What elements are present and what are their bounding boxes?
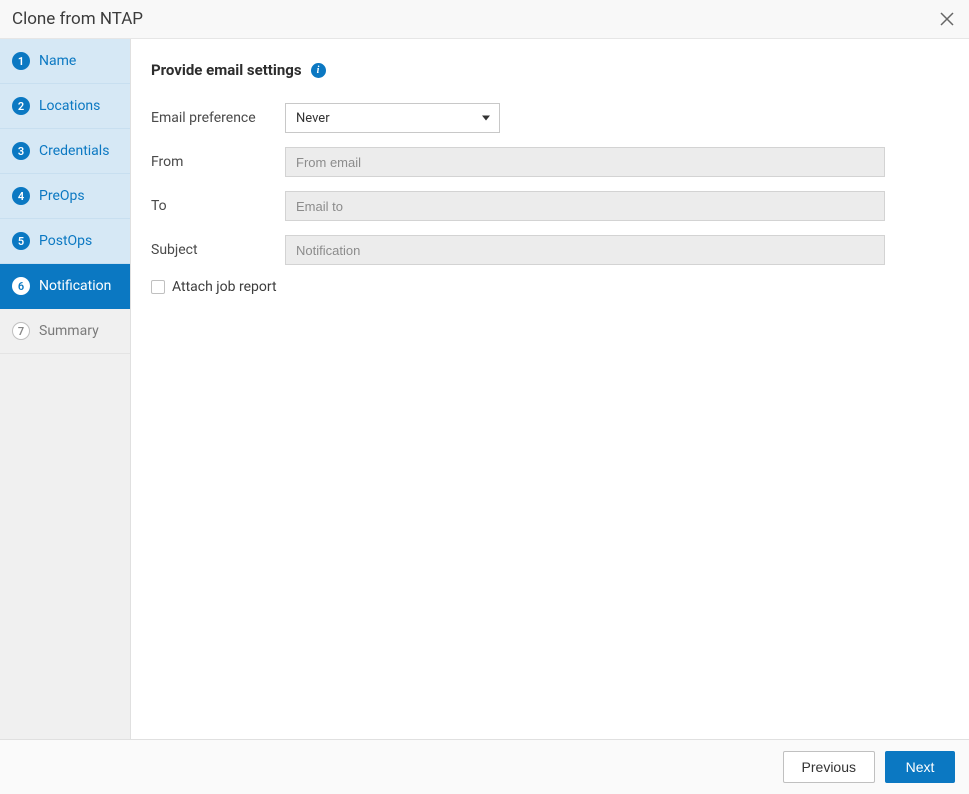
dialog-body: 1 Name 2 Locations 3 Credentials 4 PreOp… — [0, 39, 969, 739]
label-from: From — [151, 154, 285, 170]
subject-input[interactable] — [285, 235, 885, 265]
to-input[interactable] — [285, 191, 885, 221]
step-badge: 4 — [12, 187, 30, 205]
next-button[interactable]: Next — [885, 751, 955, 783]
dialog-title: Clone from NTAP — [12, 9, 143, 29]
sidebar-item-summary[interactable]: 7 Summary — [0, 309, 130, 354]
label-subject: Subject — [151, 242, 285, 258]
sidebar-item-postops[interactable]: 5 PostOps — [0, 219, 130, 264]
step-badge: 1 — [12, 52, 30, 70]
step-badge: 6 — [12, 277, 30, 295]
page-heading: Provide email settings — [151, 61, 302, 79]
sidebar-item-label: Name — [39, 53, 76, 69]
row-email-preference: Email preference Never — [151, 103, 949, 133]
info-icon[interactable]: i — [311, 63, 326, 78]
dialog-header: Clone from NTAP — [0, 0, 969, 39]
close-icon[interactable] — [939, 11, 955, 27]
select-value: Never — [296, 111, 330, 126]
sidebar-item-label: Locations — [39, 98, 100, 114]
sidebar-item-label: Summary — [39, 323, 99, 339]
sidebar-item-label: Notification — [39, 278, 111, 294]
sidebar-item-credentials[interactable]: 3 Credentials — [0, 129, 130, 174]
previous-button[interactable]: Previous — [783, 751, 875, 783]
wizard-sidebar: 1 Name 2 Locations 3 Credentials 4 PreOp… — [0, 39, 131, 739]
sidebar-item-name[interactable]: 1 Name — [0, 39, 130, 84]
heading-row: Provide email settings i — [151, 61, 949, 79]
step-badge: 3 — [12, 142, 30, 160]
step-badge: 7 — [12, 322, 30, 340]
step-badge: 5 — [12, 232, 30, 250]
label-to: To — [151, 198, 285, 214]
sidebar-item-label: PostOps — [39, 233, 92, 249]
row-attach-report: Attach job report — [151, 279, 949, 295]
sidebar-item-preops[interactable]: 4 PreOps — [0, 174, 130, 219]
attach-report-label[interactable]: Attach job report — [172, 279, 277, 295]
from-input[interactable] — [285, 147, 885, 177]
label-email-preference: Email preference — [151, 110, 285, 126]
attach-report-checkbox[interactable] — [151, 280, 165, 294]
clone-dialog: Clone from NTAP 1 Name 2 Locations 3 Cre… — [0, 0, 969, 794]
main-panel: Provide email settings i Email preferenc… — [131, 39, 969, 739]
row-from: From — [151, 147, 949, 177]
sidebar-item-label: PreOps — [39, 188, 85, 204]
row-subject: Subject — [151, 235, 949, 265]
dialog-footer: Previous Next — [0, 739, 969, 794]
sidebar-item-notification[interactable]: 6 Notification — [0, 264, 130, 309]
email-preference-select-wrap: Never — [285, 103, 500, 133]
sidebar-item-label: Credentials — [39, 143, 109, 159]
row-to: To — [151, 191, 949, 221]
email-preference-select[interactable]: Never — [285, 103, 500, 133]
step-badge: 2 — [12, 97, 30, 115]
sidebar-item-locations[interactable]: 2 Locations — [0, 84, 130, 129]
